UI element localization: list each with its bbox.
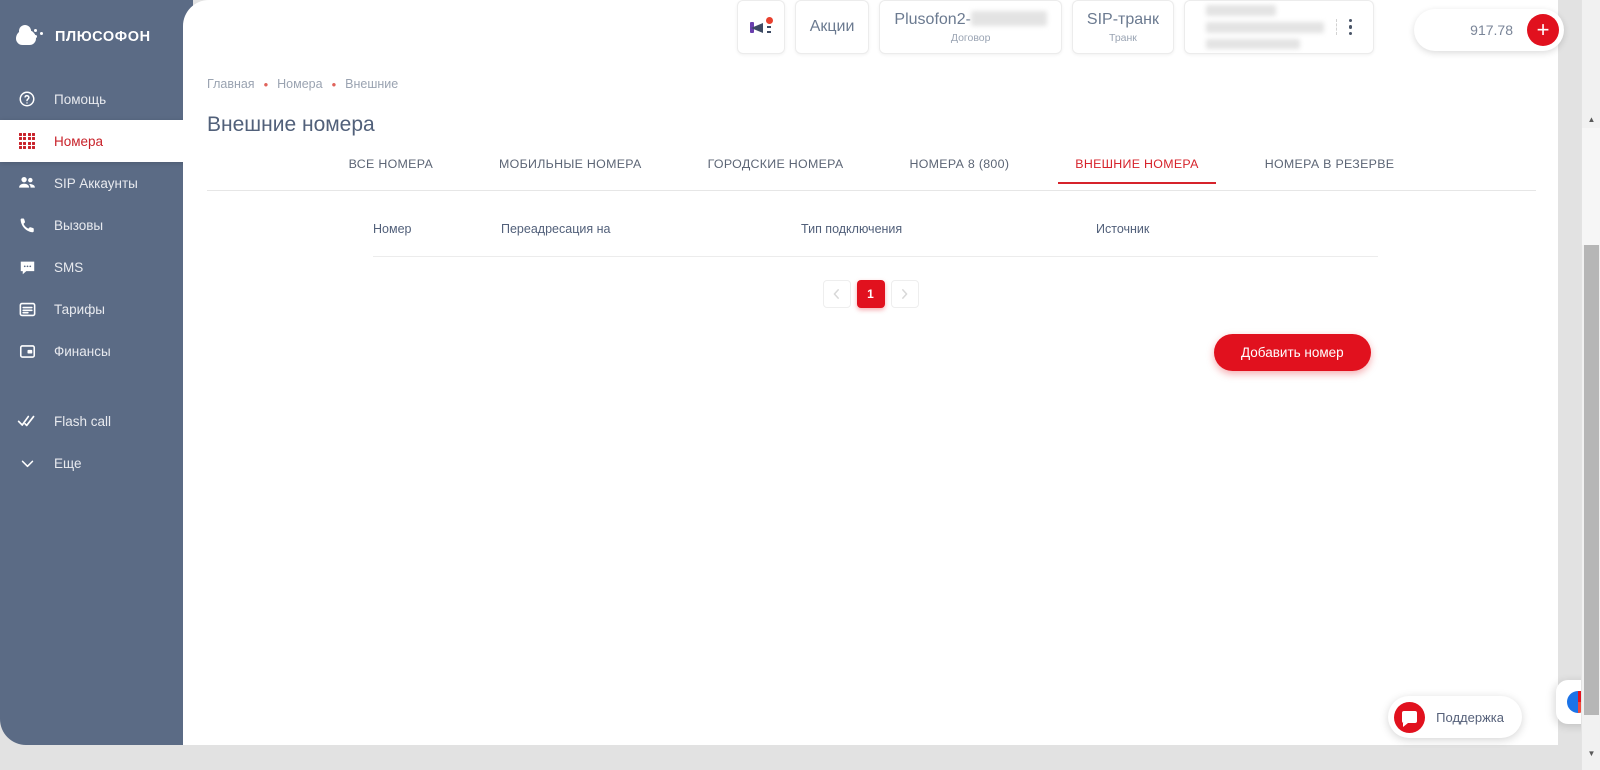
phone-icon xyxy=(16,214,38,236)
scrollbar-thumb[interactable] xyxy=(1584,245,1599,715)
account-masked-value xyxy=(1205,5,1324,49)
browser-scrollbar[interactable]: ▲ ▼ xyxy=(1581,0,1600,770)
users-icon xyxy=(16,172,38,194)
scrollbar-down-arrow[interactable]: ▼ xyxy=(1582,744,1600,762)
account-selector[interactable] xyxy=(1184,0,1374,54)
brand-logo[interactable]: ПЛЮСОФОН xyxy=(0,0,193,56)
sidebar-item-label: Финансы xyxy=(54,343,111,359)
vertical-dots-icon[interactable] xyxy=(1335,18,1353,36)
chat-icon xyxy=(16,256,38,278)
sidebar-item-help[interactable]: Помощь xyxy=(0,78,193,120)
contract-title: Plusofon2- xyxy=(894,10,1047,29)
tabs: ВСЕ НОМЕРА МОБИЛЬНЫЕ НОМЕРА ГОРОДСКИЕ НО… xyxy=(207,155,1536,191)
sidebar-item-sip-accounts[interactable]: SIP Аккаунты xyxy=(0,162,193,204)
sidebar: ПЛЮСОФОН Помощь Номера SIP Аккаунты Вызо… xyxy=(0,0,211,745)
promotions-icon-button[interactable] xyxy=(736,0,785,54)
support-label: Поддержка xyxy=(1436,709,1504,725)
contract-title-text: Plusofon2- xyxy=(894,10,971,28)
numbers-table-header: Номер Переадресация на Тип подключения И… xyxy=(373,222,1378,257)
promotions-button[interactable]: Акции xyxy=(794,0,870,54)
plus-icon[interactable]: + xyxy=(1527,14,1559,46)
topbar: Акции Plusofon2- Договор SIP-транк Транк xyxy=(183,0,1558,68)
breadcrumb-separator: • xyxy=(263,76,269,92)
trunk-selector[interactable]: SIP-транк Транк xyxy=(1071,0,1174,54)
pagination-page-1[interactable]: 1 xyxy=(856,280,885,308)
scrollbar-track[interactable] xyxy=(1582,128,1600,245)
chevron-down-icon xyxy=(16,452,38,474)
pagination: 1 xyxy=(183,280,1558,308)
sidebar-item-calls[interactable]: Вызовы xyxy=(0,204,193,246)
cloud-dots-logo-icon xyxy=(16,25,46,49)
column-header-source: Источник xyxy=(1096,222,1150,236)
trunk-title: SIP-транк xyxy=(1086,10,1159,28)
tab-external-numbers[interactable]: ВНЕШНИЕ НОМЕРА xyxy=(1058,157,1217,184)
tab-city-numbers[interactable]: ГОРОДСКИЕ НОМЕРА xyxy=(708,157,844,183)
sidebar-item-finance[interactable]: Финансы xyxy=(0,330,193,372)
sidebar-item-label: SIP Аккаунты xyxy=(54,175,138,191)
sidebar-item-sms[interactable]: SMS xyxy=(0,246,193,288)
breadcrumb: Главная • Номера • Внешние xyxy=(207,77,398,91)
notification-badge xyxy=(765,17,773,24)
contract-masked-value xyxy=(970,10,1047,26)
contract-selector[interactable]: Plusofon2- Договор xyxy=(879,0,1062,54)
sidebar-item-label: Помощь xyxy=(54,91,107,107)
page-title: Внешние номера xyxy=(207,113,375,136)
tab-all-numbers[interactable]: ВСЕ НОМЕРА xyxy=(349,157,433,183)
breadcrumb-separator: • xyxy=(331,76,337,92)
contract-subtitle: Договор xyxy=(950,31,991,44)
tab-mobile-numbers[interactable]: МОБИЛЬНЫЕ НОМЕРА xyxy=(499,157,642,183)
tab-800-numbers[interactable]: НОМЕРА 8 (800) xyxy=(909,157,1009,183)
sidebar-item-label: Вызовы xyxy=(54,217,104,233)
double-check-icon xyxy=(16,410,38,432)
column-header-number: Номер xyxy=(373,222,412,236)
pagination-prev[interactable] xyxy=(822,280,851,308)
sidebar-item-label: Номера xyxy=(54,133,104,149)
promotions-label: Акции xyxy=(809,18,855,35)
brand-name: ПЛЮСОФОН xyxy=(55,29,151,45)
page-bottom-strip xyxy=(0,745,1600,770)
sidebar-item-more[interactable]: Еще xyxy=(0,442,193,484)
main-panel: Акции Plusofon2- Договор SIP-транк Транк xyxy=(183,0,1558,745)
column-header-connection: Тип подключения xyxy=(801,222,903,236)
column-header-forward-to: Переадресация на xyxy=(501,222,611,236)
megaphone-icon xyxy=(749,17,773,36)
sidebar-item-tariffs[interactable]: Тарифы xyxy=(0,288,193,330)
balance-amount: 917.78 xyxy=(1470,22,1513,38)
sidebar-item-label: SMS xyxy=(54,259,84,275)
support-button[interactable]: Поддержка xyxy=(1388,696,1522,738)
sidebar-item-label: Тарифы xyxy=(54,301,106,317)
sidebar-item-numbers[interactable]: Номера xyxy=(0,120,211,162)
pagination-next[interactable] xyxy=(890,280,919,308)
sidebar-nav: Помощь Номера SIP Аккаунты Вызовы SMS Та… xyxy=(0,78,211,484)
sidebar-divider xyxy=(0,372,193,400)
question-circle-icon xyxy=(16,88,38,110)
chat-bubble-icon xyxy=(1394,701,1426,733)
breadcrumb-item-external[interactable]: Внешние xyxy=(345,77,398,91)
scrollbar-up-arrow[interactable]: ▲ xyxy=(1582,110,1600,128)
breadcrumb-item-numbers[interactable]: Номера xyxy=(277,77,322,91)
app-root: ПЛЮСОФОН Помощь Номера SIP Аккаунты Вызо… xyxy=(0,0,1600,770)
sidebar-item-flash-call[interactable]: Flash call xyxy=(0,400,193,442)
balance-widget[interactable]: 917.78 + xyxy=(1414,9,1564,51)
add-number-button[interactable]: Добавить номер xyxy=(1214,334,1371,371)
dot-grid-icon xyxy=(16,130,38,152)
list-card-icon xyxy=(16,298,38,320)
wallet-icon xyxy=(16,340,38,362)
sidebar-item-label: Flash call xyxy=(54,413,112,429)
tab-reserved-numbers[interactable]: НОМЕРА В РЕЗЕРВЕ xyxy=(1265,157,1395,183)
breadcrumb-item-home[interactable]: Главная xyxy=(207,77,255,91)
trunk-subtitle: Транк xyxy=(1109,31,1137,44)
sidebar-item-label: Еще xyxy=(54,455,82,471)
